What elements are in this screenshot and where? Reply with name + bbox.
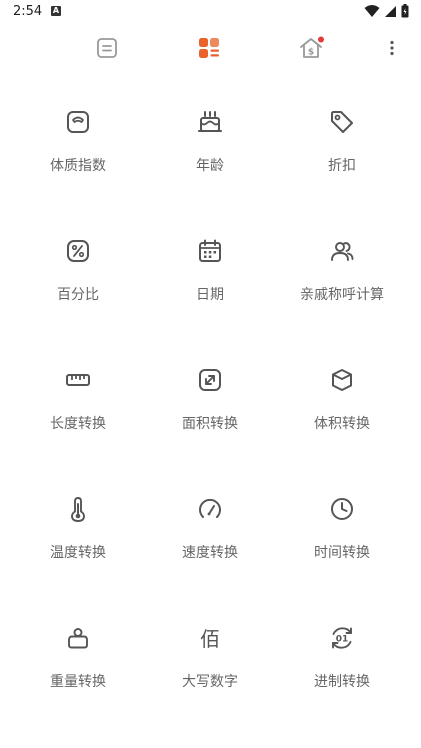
tool-label: 亲戚称呼计算: [300, 287, 384, 303]
tool-area[interactable]: 面积转换: [140, 342, 280, 462]
tool-label: 温度转换: [50, 545, 106, 561]
tool-chinese-numerals[interactable]: 佰 大写数字: [140, 600, 280, 720]
tool-label: 年龄: [196, 158, 224, 174]
base-convert-glyph: 01: [336, 635, 349, 645]
battery-icon: [401, 4, 409, 18]
tool-label: 日期: [196, 287, 224, 303]
tool-label: 长度转换: [50, 416, 106, 432]
top-toolbar: $: [0, 30, 421, 66]
tool-label: 体积转换: [314, 416, 370, 432]
tool-discount[interactable]: 折扣: [272, 84, 412, 204]
tool-weight[interactable]: 重量转换: [8, 600, 148, 720]
scale-icon: [67, 111, 89, 133]
tool-date[interactable]: 日期: [140, 213, 280, 333]
more-menu-button[interactable]: [378, 34, 406, 62]
chinese-numeral-icon: 佰: [200, 627, 220, 651]
exchange-rate-icon: $: [300, 36, 324, 58]
tool-length[interactable]: 长度转换: [8, 342, 148, 462]
relatives-icon: [331, 242, 354, 261]
cake-icon: [198, 111, 222, 132]
tag-icon: [331, 111, 353, 133]
tool-volume[interactable]: 体积转换: [272, 342, 412, 462]
tool-label: 大写数字: [182, 674, 238, 690]
exchange-rate-tab[interactable]: $: [298, 34, 326, 62]
tool-temperature[interactable]: 温度转换: [8, 471, 148, 591]
status-time: 2:54: [13, 4, 43, 19]
tool-percent[interactable]: 百分比: [8, 213, 148, 333]
tool-label: 百分比: [57, 287, 99, 303]
thermometer-icon: [71, 497, 85, 522]
weight-icon: [68, 628, 88, 649]
history-tab[interactable]: [93, 34, 121, 62]
tool-label: 体质指数: [50, 158, 106, 174]
tool-speed[interactable]: 速度转换: [140, 471, 280, 591]
more-vert-icon: [390, 40, 394, 56]
volume-icon: [332, 369, 352, 391]
status-bar: 2:54 A: [0, 0, 421, 24]
calendar-icon: [199, 239, 221, 262]
chinese-numeral-glyph: 佰: [200, 627, 220, 651]
base-convert-icon: 01: [332, 627, 352, 649]
signal-icon: [385, 5, 396, 17]
tool-relatives[interactable]: 亲戚称呼计算: [272, 213, 412, 333]
tool-time[interactable]: 时间转换: [272, 471, 412, 591]
speedometer-icon: [199, 498, 221, 518]
tool-bmi[interactable]: 体质指数: [8, 84, 148, 204]
area-icon: [199, 369, 221, 391]
percent-icon: [67, 240, 89, 262]
tool-label: 折扣: [328, 158, 356, 174]
tool-base-convert[interactable]: 01 进制转换: [272, 600, 412, 720]
clock-icon: [331, 498, 353, 520]
history-icon: [97, 38, 117, 58]
status-icons: [364, 4, 409, 18]
notification-icon: A: [51, 6, 61, 16]
svg-text:$: $: [308, 48, 314, 58]
tool-label: 重量转换: [50, 674, 106, 690]
tool-label: 进制转换: [314, 674, 370, 690]
tools-grid-icon: [199, 38, 219, 58]
tool-label: 时间转换: [314, 545, 370, 561]
wifi-icon: [364, 5, 380, 17]
tool-age[interactable]: 年龄: [140, 84, 280, 204]
tool-label: 面积转换: [182, 416, 238, 432]
tools-tab[interactable]: [195, 34, 223, 62]
tool-label: 速度转换: [182, 545, 238, 561]
ruler-icon: [66, 374, 90, 386]
